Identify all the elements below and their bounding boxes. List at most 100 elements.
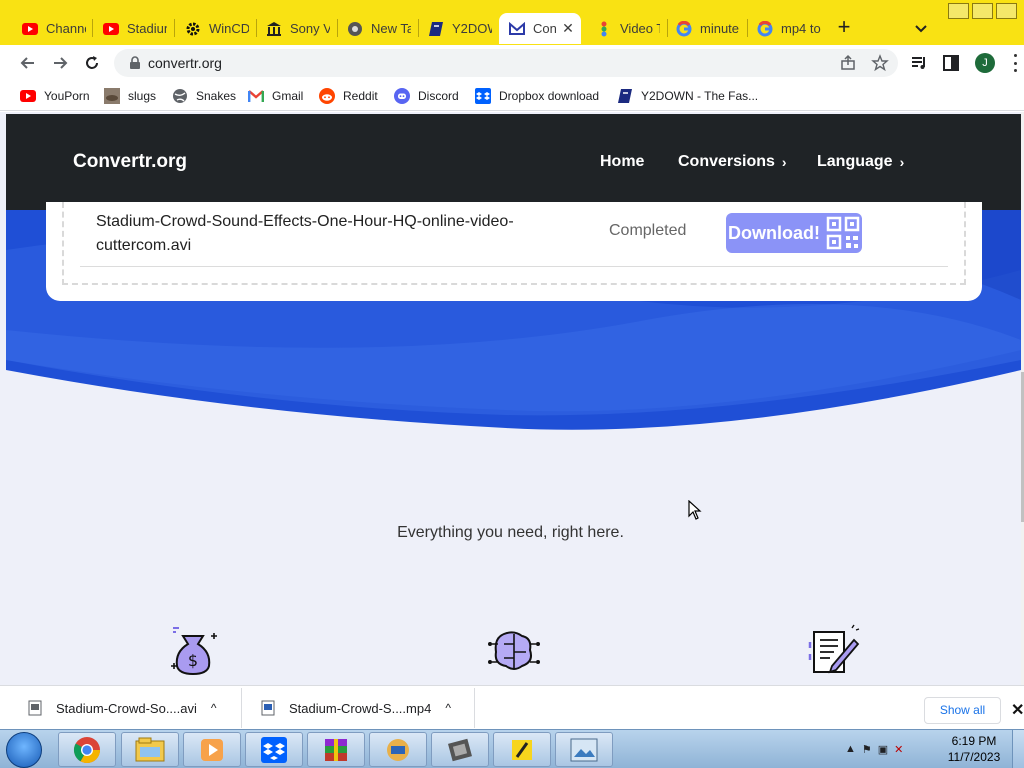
page-viewport[interactable]: Convertr.org Home Conversions › Language… <box>0 112 1021 685</box>
arrow-left-icon <box>20 57 34 69</box>
tab-sony[interactable]: Sony Ve <box>256 13 336 44</box>
taskbar-clipping[interactable] <box>369 732 427 767</box>
windows-taskbar: ▲ ⚑ ▣ ✕ 6:19 PM 11/7/2023 <box>0 729 1024 768</box>
tab-y2down[interactable]: Y2DOW <box>418 13 498 44</box>
browser-toolbar: convertr.org J <box>0 45 1024 81</box>
youtube-icon <box>20 88 36 104</box>
file-icon <box>28 700 42 716</box>
taskbar-chrome[interactable] <box>58 732 116 767</box>
tab-wincdi[interactable]: WinCDI <box>175 13 255 44</box>
clipping-icon <box>387 738 409 761</box>
bookmark-slugs[interactable]: slugs <box>104 87 156 105</box>
bookmark-discord[interactable]: Discord <box>394 87 459 105</box>
file-name: Stadium-Crowd-Sound-Effects-One-Hour-HQ-… <box>96 213 514 254</box>
new-tab-button[interactable]: + <box>834 16 854 38</box>
discord-icon <box>394 88 410 104</box>
share-icon[interactable] <box>839 54 857 72</box>
download-item-mp4[interactable]: Stadium-Crowd-S....mp4 ^ <box>261 686 451 730</box>
close-tab-icon[interactable]: ✕ <box>561 21 575 35</box>
chevron-up-icon[interactable]: ^ <box>211 701 217 715</box>
brain-circuit-icon <box>488 631 540 670</box>
close-icon[interactable]: ✕ <box>1011 700 1024 720</box>
show-desktop-button[interactable] <box>1012 730 1024 768</box>
address-bar[interactable]: convertr.org <box>114 49 898 77</box>
show-all-button[interactable]: Show all <box>924 697 1001 724</box>
tab-video[interactable]: Video T <box>586 13 666 44</box>
nav-conversions-link[interactable]: Conversions › <box>678 153 787 171</box>
bookmark-reddit[interactable]: Reddit <box>319 87 378 105</box>
google-icon <box>676 20 692 37</box>
site-logo[interactable]: Convertr.org <box>73 151 187 173</box>
file-icon <box>261 700 275 716</box>
convertr-icon <box>509 21 525 37</box>
side-panel-icon[interactable] <box>942 54 960 72</box>
chevron-down-icon[interactable] <box>912 19 930 37</box>
taskbar-explorer[interactable] <box>121 732 179 767</box>
reload-button[interactable] <box>82 53 102 73</box>
google-icon <box>757 20 773 37</box>
taskbar-pencil[interactable] <box>493 732 551 767</box>
tab-stadium[interactable]: Stadiun <box>93 13 173 44</box>
bookmark-y2down[interactable]: Y2DOWN - The Fas... <box>617 87 758 105</box>
bookmark-dropbox[interactable]: Dropbox download <box>475 87 599 105</box>
winrar-icon <box>325 738 347 761</box>
gmail-icon <box>248 88 264 104</box>
url-text: convertr.org <box>148 55 222 71</box>
film-icon <box>448 738 472 761</box>
tab-mp4[interactable]: mp4 to <box>747 13 827 44</box>
bookmark-snakes[interactable]: Snakes <box>172 87 236 105</box>
minimize-button[interactable] <box>948 3 969 19</box>
media-control-icon[interactable] <box>910 54 928 72</box>
download-button[interactable]: Download! <box>726 213 862 253</box>
y2down-icon <box>617 88 633 104</box>
globe-icon <box>172 88 188 104</box>
taskbar-photo[interactable] <box>555 732 613 767</box>
tagline: Everything you need, right here. <box>397 524 624 541</box>
arrow-right-icon <box>54 57 68 69</box>
tab-minutes[interactable]: minute: <box>666 13 746 44</box>
qr-code-icon[interactable] <box>826 216 860 250</box>
taskbar-winrar[interactable] <box>307 732 365 767</box>
tab-convertr[interactable]: Con ✕ <box>499 13 581 44</box>
youtube-icon <box>22 21 38 37</box>
chevron-right-icon: › <box>899 154 905 170</box>
forward-button[interactable] <box>50 53 70 73</box>
nav-language-link[interactable]: Language › <box>817 153 904 171</box>
start-button[interactable] <box>6 732 42 768</box>
chevron-up-icon[interactable]: ▲ <box>845 743 856 755</box>
pencil-icon <box>512 739 532 760</box>
bank-icon <box>266 21 282 37</box>
flag-icon[interactable]: ⚑ <box>862 743 872 756</box>
tab-new-tab[interactable]: New Ta <box>337 13 417 44</box>
bookmark-gmail[interactable]: Gmail <box>248 87 303 105</box>
system-clock[interactable]: 6:19 PM 11/7/2023 <box>940 733 1008 765</box>
site-header: Convertr.org Home Conversions › Language… <box>6 114 1021 210</box>
volume-muted-icon[interactable]: ✕ <box>894 743 903 756</box>
window-close-button[interactable] <box>996 3 1017 19</box>
taskbar-film[interactable] <box>431 732 489 767</box>
maximize-button[interactable] <box>972 3 993 19</box>
reddit-icon <box>319 88 335 104</box>
reload-icon <box>86 56 98 69</box>
tab-strip: Channe Stadiun WinCDI Sony Ve New Ta Y2D… <box>0 0 1024 45</box>
download-item-avi[interactable]: Stadium-Crowd-So....avi ^ <box>28 686 217 730</box>
more-menu-icon[interactable] <box>1012 54 1018 72</box>
dropbox-icon <box>261 736 287 763</box>
star-icon[interactable] <box>871 54 889 72</box>
money-bag-icon: $ <box>171 627 217 676</box>
chevron-up-icon[interactable]: ^ <box>445 701 451 715</box>
network-icon[interactable]: ▣ <box>878 743 888 756</box>
back-button[interactable] <box>18 53 38 73</box>
chrome-icon <box>347 21 363 37</box>
svg-text:$: $ <box>188 651 198 670</box>
nav-home-link[interactable]: Home <box>600 153 644 171</box>
youtube-icon <box>103 21 119 37</box>
conversion-result-card: Stadium-Crowd-Sound-Effects-One-Hour-HQ-… <box>46 202 982 301</box>
taskbar-media-player[interactable] <box>183 732 241 767</box>
bookmark-youporn[interactable]: YouPorn <box>20 87 90 105</box>
document-edit-icon <box>808 624 860 674</box>
taskbar-dropbox[interactable] <box>245 732 303 767</box>
tab-channel[interactable]: Channe <box>12 13 92 44</box>
y2down-icon <box>428 21 444 37</box>
avatar[interactable]: J <box>975 53 995 73</box>
